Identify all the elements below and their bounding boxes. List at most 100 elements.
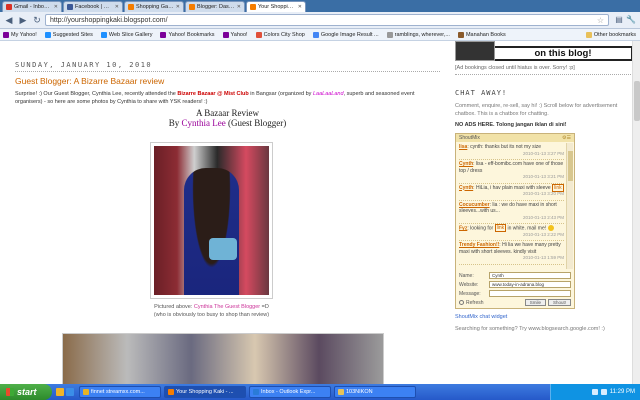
quick-launch-browser-icon[interactable] xyxy=(66,388,74,396)
event-link[interactable]: Bizarre Bazaar @ Mist Club xyxy=(177,91,248,97)
window-icon xyxy=(253,389,259,395)
page-scrollbar[interactable] xyxy=(632,41,640,384)
close-tab-icon[interactable]: ✕ xyxy=(235,4,241,10)
bookmark-item[interactable]: Google Image Result ... xyxy=(312,31,379,38)
star-bookmark-icon[interactable]: ☆ xyxy=(597,16,604,25)
shoutmix-widget-link[interactable]: ShoutMix chat widget xyxy=(455,314,633,320)
shoutmix-scrollbar[interactable] xyxy=(566,143,573,269)
shoutmix-form: Name: Cynth Website: www.today-in-adrana… xyxy=(456,270,574,308)
message-time: 2010-01-13 3:21 PM xyxy=(522,174,564,179)
search-note: Searching for something? Try www.blogsea… xyxy=(455,326,605,332)
bookmark-label: Web Slice Gallery xyxy=(108,31,153,38)
url-input[interactable]: http://yourshoppingkaki.blogspot.com/ ☆ xyxy=(45,14,609,26)
website-row: Website: www.today-in-adrana.blog xyxy=(459,281,571,288)
ie-icon xyxy=(44,31,51,38)
start-button[interactable]: start xyxy=(0,384,52,400)
message-link[interactable]: link xyxy=(494,224,507,233)
shoutmix-message-list[interactable]: lisa: cynth: thanks but its not my size 2… xyxy=(456,142,574,270)
bookmark-label: Google Image Result ... xyxy=(320,31,379,38)
message-author[interactable]: Cynth xyxy=(459,161,473,167)
smiley-icon xyxy=(547,225,554,231)
browser-tab[interactable]: Shopping Gazebo✕ xyxy=(124,1,184,12)
browser-tab[interactable]: Your Shopping Kaki - A Re...✕ xyxy=(246,1,306,12)
page-menu-icon[interactable]: ▤ xyxy=(613,14,625,26)
blog-sidebar: on this blog! [Ad bookings closed until … xyxy=(455,41,633,334)
name-row: Name: Cynth xyxy=(459,272,571,279)
window-icon xyxy=(83,389,89,395)
shoutmix-scroll-thumb[interactable] xyxy=(568,151,573,181)
website-input[interactable]: www.today-in-adrana.blog xyxy=(489,281,571,288)
taskbar-window-button[interactable]: Inbox - Outlook Expr... xyxy=(249,386,331,398)
wrench-icon[interactable]: 🔧 xyxy=(625,14,637,26)
refresh-radio[interactable] xyxy=(459,300,464,305)
bookmark-item[interactable]: ramblings, wherever,... xyxy=(386,31,450,38)
taskbar-buttons: finnet streamxx.com... Your Shopping Kaki… xyxy=(76,386,416,398)
windows-taskbar: start finnet streamxx.com... Your Shoppin… xyxy=(0,384,640,400)
bookmark-label: Colors City Shop xyxy=(263,31,305,38)
post-title[interactable]: Guest Blogger: A Bizarre Bazaar review xyxy=(15,76,440,86)
message-time: 2010-01-13 2:22 PM xyxy=(522,231,564,237)
network-icon[interactable] xyxy=(591,389,598,395)
name-label: Name: xyxy=(459,272,474,279)
browser-tab[interactable]: Gmail - Inbox - soulquirky@...✕ xyxy=(2,1,62,12)
shout-button[interactable]: Shout! xyxy=(547,299,571,306)
yahoo-icon xyxy=(160,31,167,38)
message-author[interactable]: Cocucumber xyxy=(459,202,490,208)
close-tab-icon[interactable]: ✕ xyxy=(296,4,302,10)
quick-launch-folder-icon[interactable] xyxy=(56,388,64,396)
page-scroll-thumb[interactable] xyxy=(634,81,640,121)
close-tab-icon[interactable]: ✕ xyxy=(113,4,119,10)
message-input[interactable] xyxy=(489,290,571,297)
browser-tab[interactable]: Blogger: Dashboard✕ xyxy=(185,1,245,12)
intro-text-b: in Bangsar (organized by xyxy=(248,91,313,97)
reload-icon[interactable]: ↻ xyxy=(31,14,43,26)
message-row: Message: xyxy=(459,290,571,297)
photo-image xyxy=(154,146,269,295)
ad-banner[interactable]: on this blog! xyxy=(455,41,633,61)
refresh-label: Refresh xyxy=(466,299,484,306)
message-author[interactable]: Fyz xyxy=(459,225,467,231)
bookmark-item[interactable]: My Yahoo! xyxy=(3,31,37,38)
review-title: A Bazaar Review xyxy=(196,108,259,118)
chat-message: Cynth: lisa - eff-bomibc.com have one of… xyxy=(459,160,564,184)
back-icon[interactable]: ◀ xyxy=(3,14,15,26)
message-author[interactable]: Cynth xyxy=(459,185,473,191)
start-label: start xyxy=(17,387,37,397)
yahoo-icon xyxy=(3,31,9,38)
bookmark-item[interactable]: Manahan Books xyxy=(457,31,506,38)
bookmark-item[interactable]: Yahoo! Bookmarks xyxy=(160,31,215,38)
address-bar-row: ◀ ▶ ↻ http://yourshoppingkaki.blogspot.c… xyxy=(0,12,640,29)
smile-button[interactable]: Smile xyxy=(524,299,546,306)
close-tab-icon[interactable]: ✕ xyxy=(52,4,58,10)
blogger-icon xyxy=(128,4,134,10)
taskbar-window-button[interactable]: Your Shopping Kaki - ... xyxy=(164,386,246,398)
name-input[interactable]: Cynth xyxy=(489,272,571,279)
form-actions: Refresh Smile Shout! xyxy=(459,299,571,306)
browser-tab[interactable]: Facebook | Home✕ xyxy=(63,1,123,12)
bookmark-item[interactable]: Suggested Sites xyxy=(44,31,93,38)
other-bookmarks[interactable]: Other bookmarks xyxy=(585,31,636,38)
bookmark-label: Yahoo! xyxy=(230,31,248,38)
website-label: Website: xyxy=(459,281,479,288)
window-icon xyxy=(168,389,174,395)
message-author[interactable]: lisa xyxy=(459,144,467,150)
organizer-link[interactable]: LaaLaaLand xyxy=(313,91,344,97)
shoutmix-tools-icon[interactable]: ⚙☰ xyxy=(562,135,571,141)
page-icon xyxy=(255,31,262,38)
message-text-2: in white. mail me! xyxy=(507,225,547,232)
taskbar-window-button[interactable]: finnet streamxx.com... xyxy=(79,386,161,398)
taskbar-window-button[interactable]: 103NIKON xyxy=(334,386,416,398)
tab-label: Blogger: Dashboard xyxy=(197,4,235,10)
tab-label: Gmail - Inbox - soulquirky@... xyxy=(14,4,52,10)
bazaar-crowd-photo xyxy=(62,333,384,384)
message-author[interactable]: Trendy Fashion!! xyxy=(459,242,499,248)
chat-message: Trendy Fashion!!: Hi lia we have many pr… xyxy=(459,241,564,265)
close-tab-icon[interactable]: ✕ xyxy=(174,4,180,10)
bookmark-item[interactable]: Yahoo! xyxy=(222,31,248,38)
bookmark-item[interactable]: Web Slice Gallery xyxy=(100,31,153,38)
volume-icon[interactable] xyxy=(600,389,607,395)
post-intro: Surprise! :) Our Guest Blogger, Cynthia … xyxy=(15,91,440,106)
message-time: 2010-01-13 3:27 PM xyxy=(522,150,564,156)
bookmark-item[interactable]: Colors City Shop xyxy=(255,31,305,38)
forward-icon[interactable]: ▶ xyxy=(17,14,29,26)
